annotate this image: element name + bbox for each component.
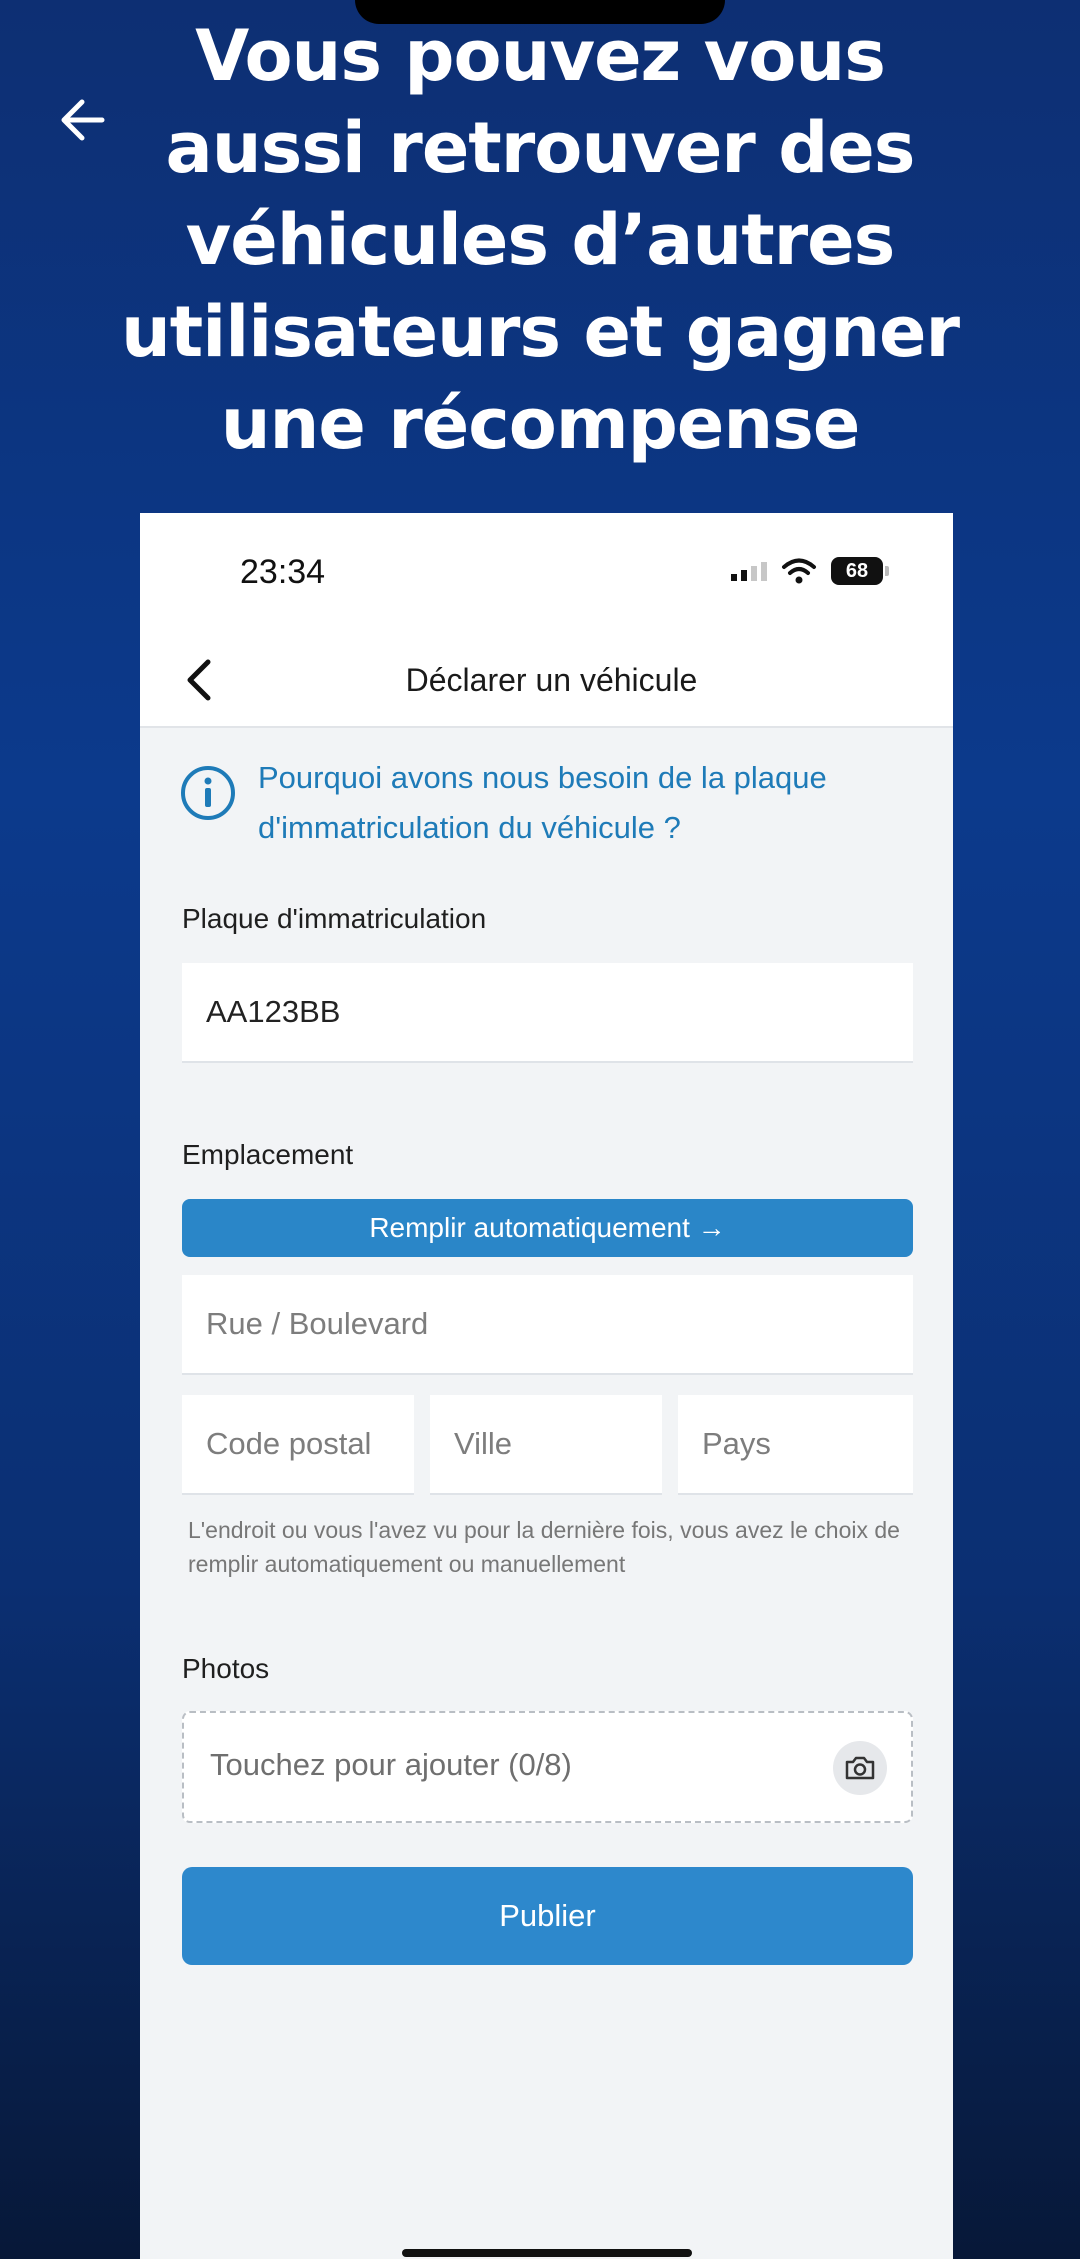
- location-label: Emplacement: [182, 1139, 354, 1170]
- promo-headline: Vous pouvez vous aussi retrouver des véh…: [120, 15, 960, 465]
- photo-upload-area[interactable]: Touchez pour ajouter (0/8): [182, 1711, 913, 1823]
- battery-icon: 68: [831, 557, 889, 585]
- photos-label: Photos: [182, 1653, 270, 1684]
- plate-label: Plaque d'immatriculation: [182, 903, 487, 934]
- photo-upload-placeholder: Touchez pour ajouter (0/8): [210, 1747, 572, 1782]
- signal-icon: [731, 561, 767, 581]
- wifi-icon: [782, 558, 816, 584]
- nav-bar: Déclarer un véhicule: [140, 628, 953, 728]
- camera-icon: [845, 1756, 875, 1780]
- status-bar: 23:34 68: [140, 513, 953, 628]
- info-link[interactable]: Pourquoi avons nous besoin de la plaque …: [180, 753, 920, 853]
- info-text: Pourquoi avons nous besoin de la plaque …: [258, 760, 827, 845]
- status-time: 23:34: [240, 553, 326, 591]
- home-indicator: [402, 2249, 692, 2257]
- postal-code-input[interactable]: Code postal: [182, 1395, 414, 1495]
- status-icons: 68: [731, 557, 889, 585]
- city-input[interactable]: Ville: [430, 1395, 662, 1495]
- page-title: Déclarer un véhicule: [405, 662, 698, 698]
- camera-button[interactable]: [833, 1741, 887, 1795]
- publish-button[interactable]: Publier: [182, 1867, 913, 1965]
- country-input[interactable]: Pays: [678, 1395, 913, 1495]
- plate-input[interactable]: AA123BB: [182, 963, 913, 1063]
- street-input[interactable]: Rue / Boulevard: [182, 1275, 913, 1375]
- info-icon: [181, 766, 235, 820]
- location-hint: L'endroit ou vous l'avez vu pour la dern…: [188, 1517, 900, 1577]
- autofill-button[interactable]: Remplir automatiquement →: [182, 1199, 913, 1257]
- phone-screenshot: 23:34 68 Déclarer un véhicule Pourquoi a…: [140, 513, 953, 2259]
